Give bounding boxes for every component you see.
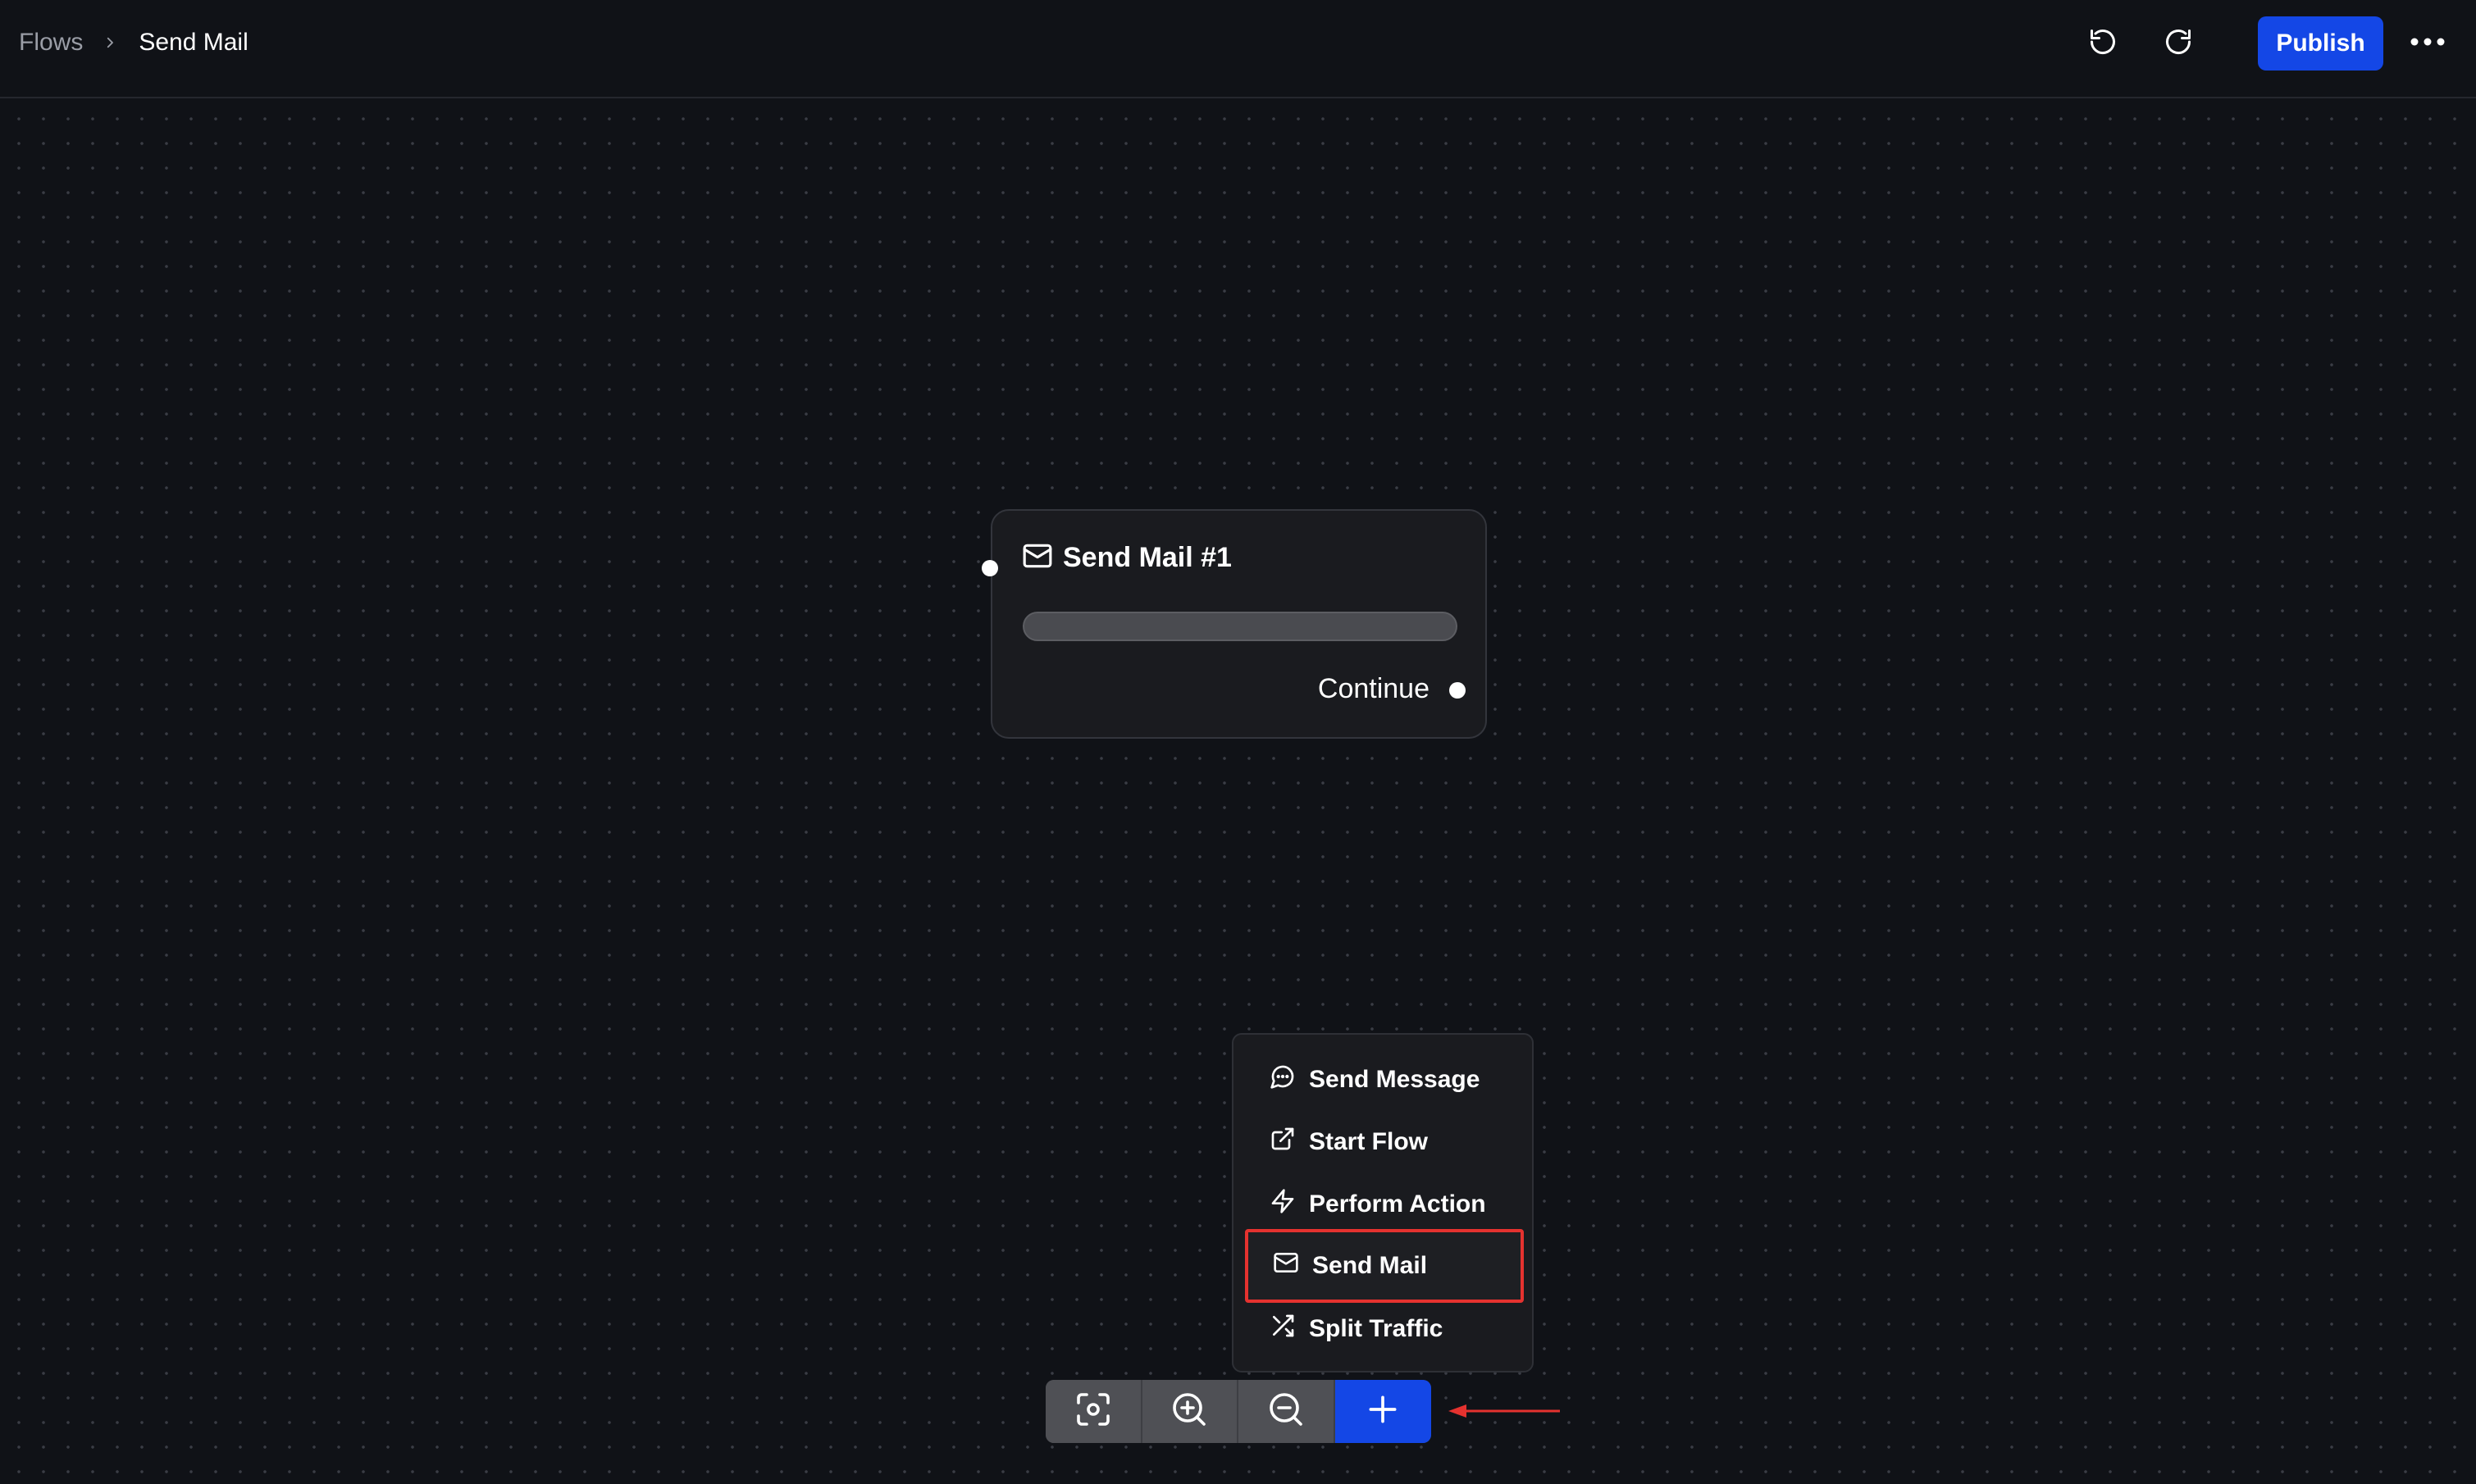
shuffle-icon — [1270, 1313, 1296, 1345]
menu-item-perform-action[interactable]: Perform Action — [1245, 1177, 1524, 1231]
chevron-right-icon — [103, 35, 117, 50]
menu-item-label: Split Traffic — [1309, 1315, 1443, 1342]
publish-button[interactable]: Publish — [2258, 16, 2383, 71]
more-options-button[interactable] — [2403, 19, 2452, 68]
lightning-bolt-icon — [1270, 1188, 1296, 1221]
undo-icon — [2088, 27, 2118, 61]
node-input-handle[interactable] — [982, 560, 998, 576]
menu-item-start-flow[interactable]: Start Flow — [1245, 1115, 1524, 1169]
mail-icon — [1273, 1250, 1299, 1282]
menu-item-label: Send Message — [1309, 1066, 1480, 1093]
node-title: Send Mail #1 — [1063, 542, 1232, 573]
zoom-out-button[interactable] — [1238, 1380, 1335, 1443]
top-bar: Flows Send Mail Publish — [0, 0, 2476, 98]
breadcrumb-current: Send Mail — [139, 29, 249, 56]
external-link-icon — [1270, 1126, 1296, 1159]
more-horizontal-icon — [2410, 36, 2446, 51]
flow-node-send-mail[interactable]: Send Mail #1 Continue — [982, 509, 1487, 739]
menu-item-send-message[interactable]: Send Message — [1245, 1053, 1524, 1107]
node-output-handle[interactable] — [1449, 682, 1466, 699]
menu-item-label: Perform Action — [1309, 1190, 1486, 1218]
breadcrumb: Flows Send Mail — [19, 0, 249, 85]
undo-button[interactable] — [2078, 19, 2127, 68]
menu-item-split-traffic[interactable]: Split Traffic — [1245, 1302, 1524, 1356]
message-circle-icon — [1270, 1063, 1296, 1096]
canvas-toolbar — [1046, 1380, 1431, 1443]
menu-item-label: Start Flow — [1309, 1128, 1429, 1155]
zoom-out-icon — [1266, 1390, 1306, 1433]
breadcrumb-flows-link[interactable]: Flows — [19, 29, 83, 57]
add-node-button[interactable] — [1334, 1380, 1431, 1443]
menu-item-send-mail[interactable]: Send Mail — [1245, 1229, 1524, 1303]
fit-view-icon — [1074, 1390, 1113, 1433]
add-node-menu: Send Message Start Flow Perform Action S… — [1232, 1033, 1534, 1372]
redo-icon — [2164, 27, 2193, 61]
redo-button[interactable] — [2154, 19, 2203, 68]
zoom-in-icon — [1170, 1390, 1209, 1433]
node-header: Send Mail #1 — [1022, 540, 1232, 576]
zoom-in-button[interactable] — [1142, 1380, 1238, 1443]
mail-icon — [1022, 540, 1053, 576]
fit-view-button[interactable] — [1046, 1380, 1142, 1443]
plus-icon — [1365, 1391, 1401, 1432]
annotation-arrow-icon — [1448, 1399, 1563, 1423]
node-output-label: Continue — [1317, 673, 1430, 704]
node-content-placeholder — [1023, 612, 1457, 641]
menu-item-label: Send Mail — [1312, 1252, 1428, 1279]
